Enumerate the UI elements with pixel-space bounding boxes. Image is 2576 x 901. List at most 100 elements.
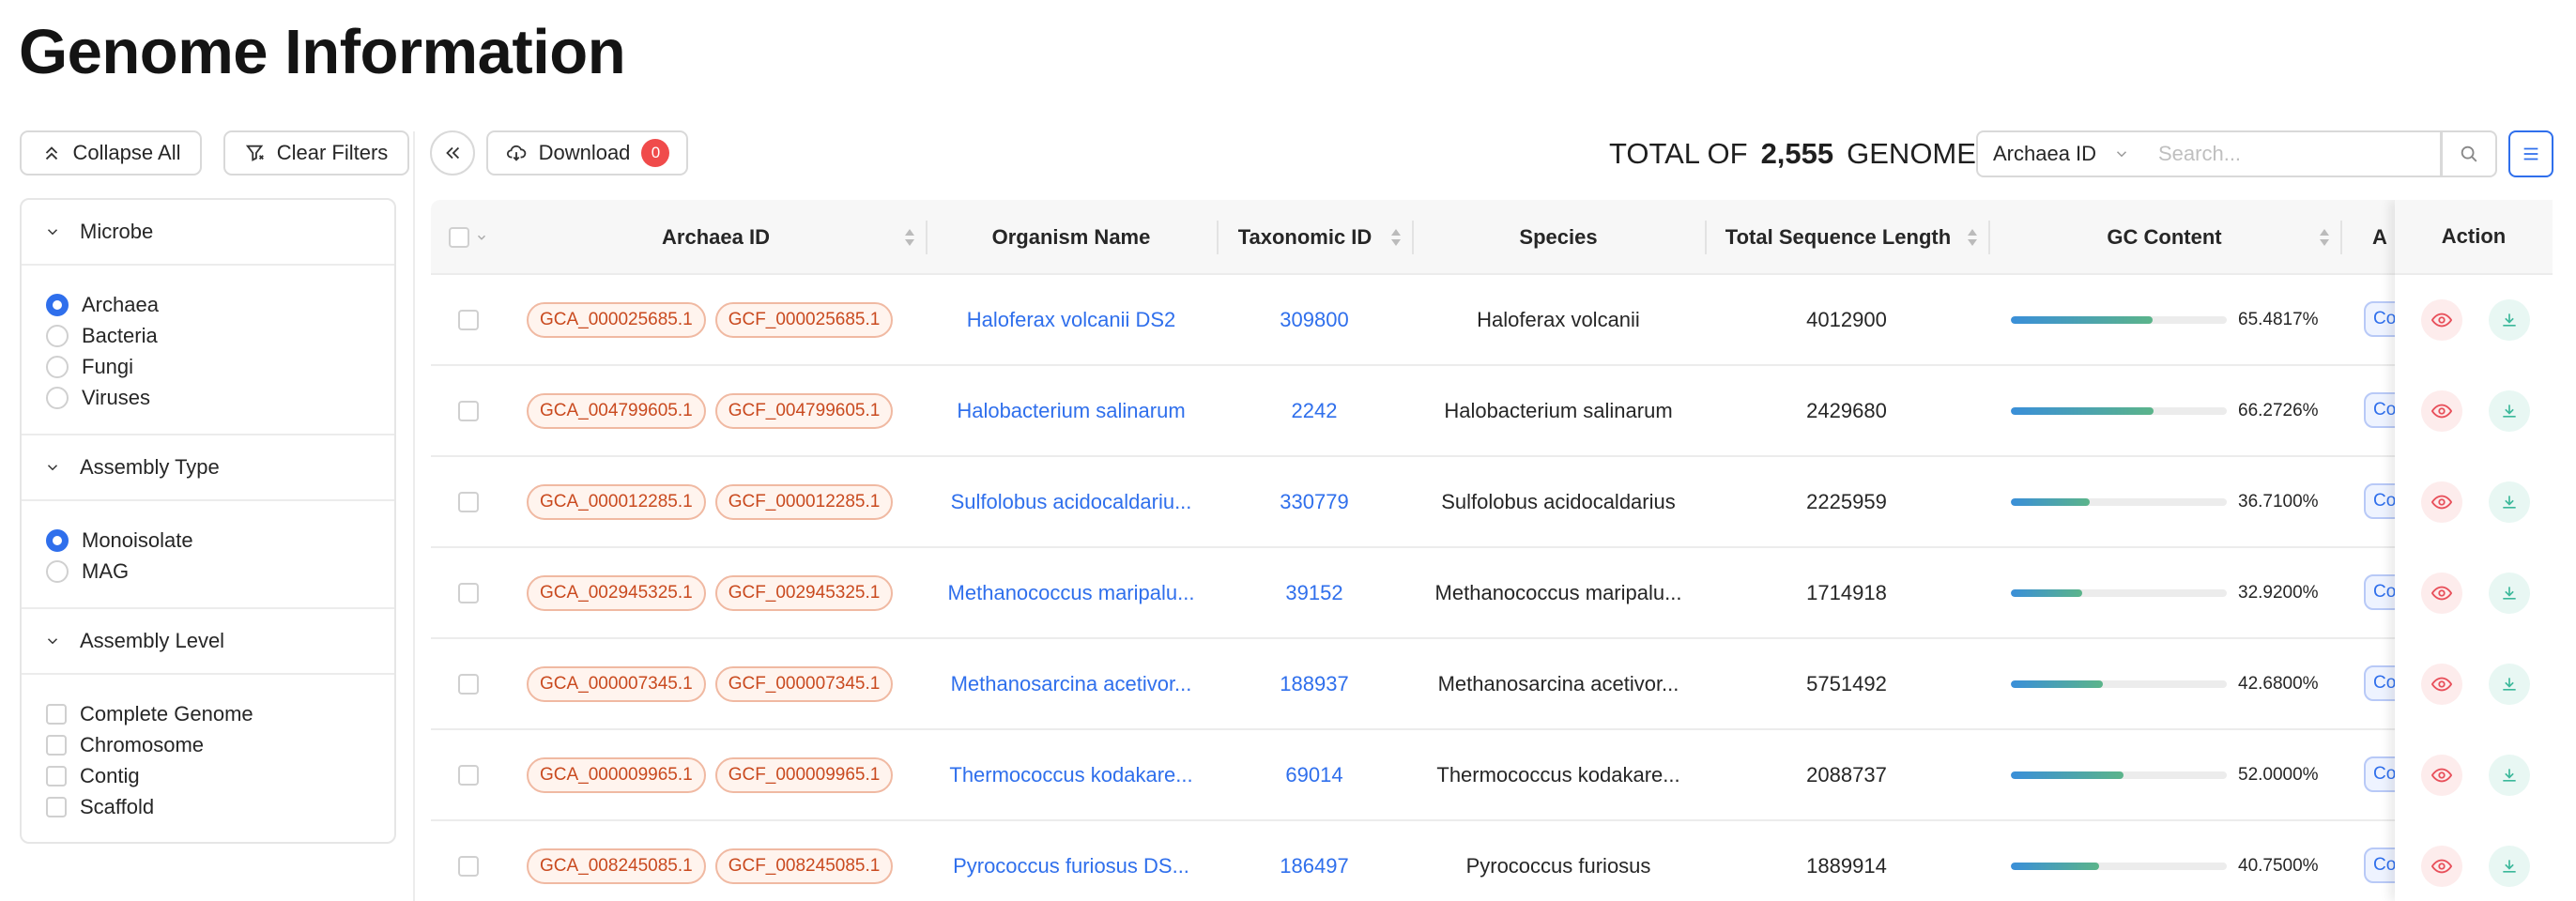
checkbox[interactable] — [46, 765, 67, 786]
gca-accession-tag[interactable]: GCA_000012285.1 — [527, 483, 706, 520]
filter-section-assembly-type[interactable]: Assembly Type — [22, 435, 394, 501]
gca-accession-tag[interactable]: GCA_008245085.1 — [527, 848, 706, 884]
sort-icon[interactable] — [1389, 228, 1403, 247]
assembly-level-option-scaffold[interactable]: Scaffold — [46, 791, 394, 822]
download-row-button[interactable] — [2489, 390, 2530, 432]
organism-link[interactable]: Halobacterium salinarum — [957, 399, 1185, 423]
assembly-level-option-chromosome[interactable]: Chromosome — [46, 729, 394, 760]
taxonomic-id-link[interactable]: 188937 — [1280, 672, 1348, 696]
download-button[interactable]: Download 0 — [486, 130, 688, 176]
organism-link[interactable]: Pyrococcus furiosus DS... — [953, 854, 1189, 878]
column-header-label: Organism Name — [991, 225, 1151, 249]
eye-icon — [2431, 677, 2452, 692]
filter-section-assembly-level[interactable]: Assembly Level — [22, 609, 394, 675]
row-checkbox[interactable] — [458, 309, 479, 330]
clear-filters-button[interactable]: Clear Filters — [223, 130, 409, 176]
taxonomic-id-link[interactable]: 330779 — [1280, 490, 1348, 514]
gca-accession-tag[interactable]: GCA_000007345.1 — [527, 665, 706, 702]
view-button[interactable] — [2421, 299, 2462, 341]
collapse-sidebar-button[interactable] — [430, 130, 475, 176]
gcf-accession-tag[interactable]: GCF_004799605.1 — [714, 392, 894, 429]
gca-accession-tag[interactable]: GCA_002945325.1 — [527, 574, 706, 611]
gca-accession-tag[interactable]: GCA_000025685.1 — [527, 301, 706, 338]
checkbox[interactable] — [46, 796, 67, 817]
gca-accession-tag[interactable]: GCA_000009965.1 — [527, 756, 706, 793]
row-select-cell — [431, 457, 506, 546]
assembly-type-option-monoisolate[interactable]: Monoisolate — [46, 525, 394, 556]
row-checkbox[interactable] — [458, 491, 479, 512]
taxonomic-id-cell: 69014 — [1217, 730, 1412, 819]
row-checkbox[interactable] — [458, 855, 479, 877]
taxonomic-id-link[interactable]: 39152 — [1285, 581, 1342, 605]
download-row-button[interactable] — [2489, 664, 2530, 705]
view-button[interactable] — [2421, 481, 2462, 523]
organism-link[interactable]: Thermococcus kodakare... — [949, 763, 1192, 787]
taxonomic-id-link[interactable]: 309800 — [1280, 308, 1348, 332]
taxonomic-id-link[interactable]: 2242 — [1292, 399, 1338, 423]
organism-link[interactable]: Sulfolobus acidocaldariu... — [951, 490, 1192, 514]
sort-icon[interactable] — [1966, 228, 1979, 247]
column-settings-button[interactable] — [2508, 130, 2553, 177]
organism-link[interactable]: Haloferax volcanii DS2 — [967, 308, 1176, 332]
radio-button[interactable] — [46, 386, 69, 409]
view-button[interactable] — [2421, 664, 2462, 705]
microbe-option-bacteria[interactable]: Bacteria — [46, 320, 394, 351]
taxonomic-id-link[interactable]: 69014 — [1285, 763, 1342, 787]
column-header-archaea-id[interactable]: Archaea ID — [506, 200, 926, 275]
column-header-species[interactable]: Species — [1412, 200, 1705, 275]
view-button[interactable] — [2421, 390, 2462, 432]
radio-button[interactable] — [46, 559, 69, 583]
search-button[interactable] — [2441, 130, 2497, 177]
assembly-level-option-complete-genome[interactable]: Complete Genome — [46, 698, 394, 729]
search-field-select[interactable]: Archaea ID — [1976, 130, 2145, 177]
download-row-button[interactable] — [2489, 299, 2530, 341]
gca-accession-tag[interactable]: GCA_004799605.1 — [527, 392, 706, 429]
select-all-checkbox[interactable] — [449, 227, 469, 248]
taxonomic-id-link[interactable]: 186497 — [1280, 854, 1348, 878]
search-input[interactable] — [2143, 130, 2442, 177]
download-row-button[interactable] — [2489, 755, 2530, 796]
assembly-type-option-mag[interactable]: MAG — [46, 556, 394, 587]
collapse-all-button[interactable]: Collapse All — [20, 130, 202, 176]
radio-button[interactable] — [46, 355, 69, 378]
gcf-accession-tag[interactable]: GCF_000009965.1 — [714, 756, 894, 793]
sort-icon[interactable] — [2318, 228, 2331, 247]
filter-section-microbe[interactable]: Microbe — [22, 200, 394, 266]
sort-icon[interactable] — [903, 228, 916, 247]
microbe-option-fungi[interactable]: Fungi — [46, 351, 394, 382]
microbe-option-archaea[interactable]: Archaea — [46, 289, 394, 320]
radio-button[interactable] — [46, 528, 69, 552]
checkbox[interactable] — [46, 703, 67, 725]
radio-button[interactable] — [46, 324, 69, 347]
download-row-button[interactable] — [2489, 846, 2530, 887]
view-button[interactable] — [2421, 573, 2462, 614]
row-checkbox[interactable] — [458, 673, 479, 695]
download-row-button[interactable] — [2489, 573, 2530, 614]
organism-link[interactable]: Methanococcus maripalu... — [948, 581, 1195, 605]
download-row-button[interactable] — [2489, 481, 2530, 523]
row-checkbox[interactable] — [458, 764, 479, 786]
gcf-accession-tag[interactable]: GCF_000007345.1 — [714, 665, 894, 702]
chevron-down-icon[interactable] — [475, 231, 488, 244]
view-button[interactable] — [2421, 846, 2462, 887]
organism-link[interactable]: Methanosarcina acetivor... — [951, 672, 1192, 696]
gcf-accession-tag[interactable]: GCF_008245085.1 — [714, 848, 894, 884]
microbe-options: Archaea Bacteria Fungi Viruses — [22, 266, 394, 435]
microbe-option-viruses[interactable]: Viruses — [46, 382, 394, 413]
organism-name-cell: Methanococcus maripalu... — [926, 548, 1217, 637]
radio-button[interactable] — [46, 293, 69, 316]
assembly-level-option-contig[interactable]: Contig — [46, 760, 394, 791]
gcf-accession-tag[interactable]: GCF_002945325.1 — [714, 574, 894, 611]
column-header-total-sequence-length[interactable]: Total Sequence Length — [1705, 200, 1988, 275]
gc-content-cell: 42.6800% — [2011, 639, 2319, 728]
column-header-organism-name[interactable]: Organism Name — [926, 200, 1217, 275]
eye-icon — [2431, 495, 2452, 510]
row-checkbox[interactable] — [458, 400, 479, 421]
checkbox[interactable] — [46, 734, 67, 756]
view-button[interactable] — [2421, 755, 2462, 796]
row-checkbox[interactable] — [458, 582, 479, 603]
gcf-accession-tag[interactable]: GCF_000012285.1 — [714, 483, 894, 520]
column-header-taxonomic-id[interactable]: Taxonomic ID — [1217, 200, 1412, 275]
column-header-gc-content[interactable]: GC Content — [1988, 200, 2340, 275]
gcf-accession-tag[interactable]: GCF_000025685.1 — [714, 301, 894, 338]
